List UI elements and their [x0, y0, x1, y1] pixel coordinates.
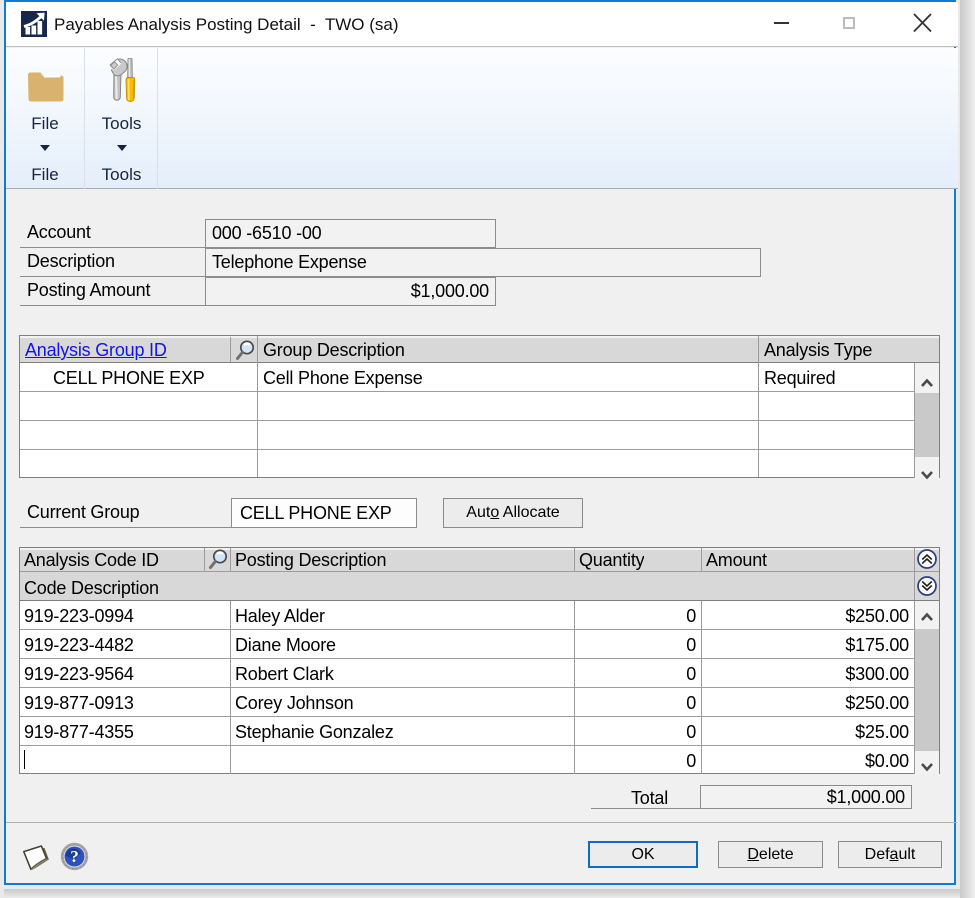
svg-text:?: ? [70, 847, 79, 866]
